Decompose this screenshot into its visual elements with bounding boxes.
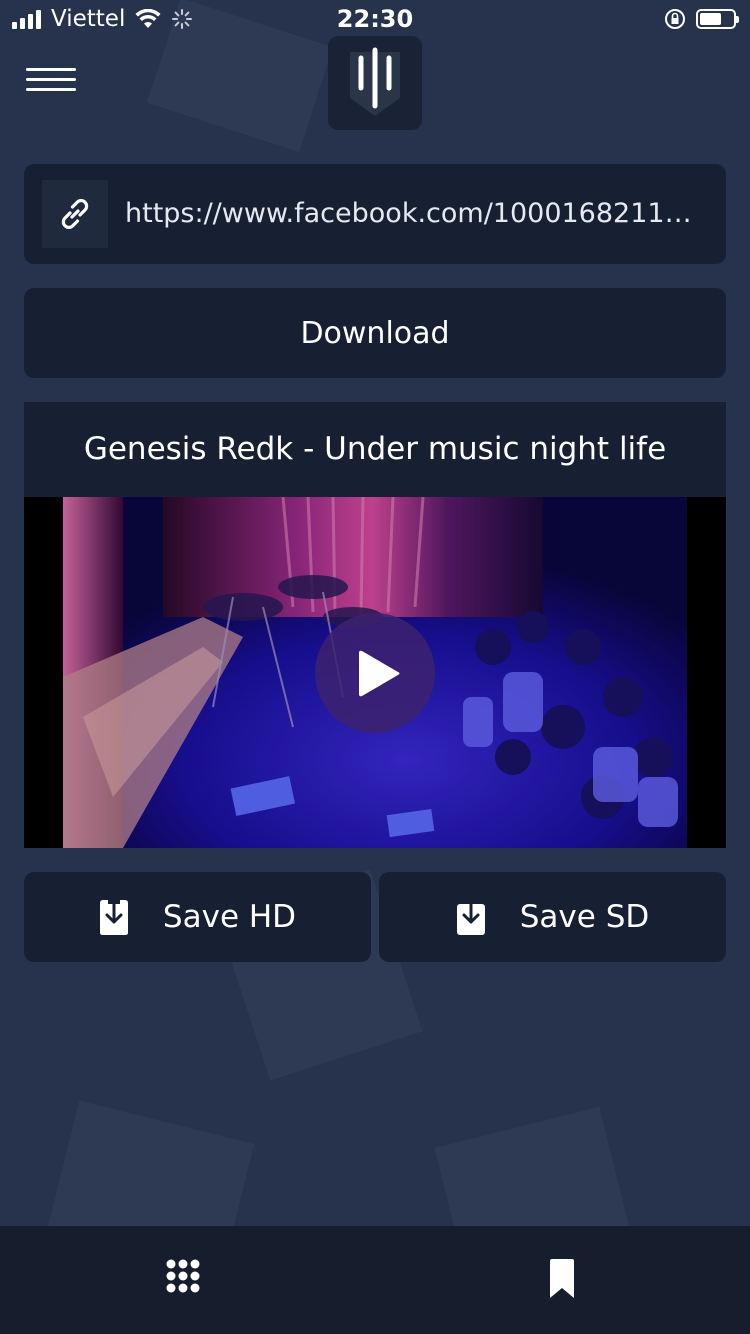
status-right [664, 8, 739, 30]
orientation-lock-icon [665, 9, 685, 29]
grid-icon[interactable] [165, 1258, 209, 1302]
status-time: 22:30 [336, 5, 414, 33]
play-button[interactable] [315, 613, 435, 733]
url-value[interactable]: https://www.facebook.com/100016821122... [125, 164, 705, 264]
video-player[interactable] [24, 497, 726, 848]
hamburger-menu-icon[interactable] [26, 66, 76, 96]
app-logo-icon [328, 36, 422, 130]
download-button[interactable]: Download [24, 288, 726, 378]
battery-level [700, 13, 722, 25]
battery-icon [696, 9, 739, 29]
save-sd-label: Save SD [519, 899, 650, 935]
save-sd-button[interactable]: Save SD [379, 872, 726, 962]
save-hd-button[interactable]: Save HD [24, 872, 371, 962]
download-icon [456, 899, 485, 935]
save-hd-label: Save HD [162, 899, 297, 935]
play-icon [359, 650, 400, 697]
status-bar: Viettel 22:30 [0, 0, 750, 40]
bookmark-icon[interactable] [548, 1258, 576, 1300]
link-icon [42, 180, 108, 248]
url-input[interactable]: https://www.facebook.com/100016821122... [24, 164, 726, 264]
video-card: Genesis Redk - Under music night life [24, 402, 726, 848]
tab-bar [0, 1226, 750, 1334]
download-icon [99, 899, 128, 935]
video-title: Genesis Redk - Under music night life [83, 431, 667, 467]
